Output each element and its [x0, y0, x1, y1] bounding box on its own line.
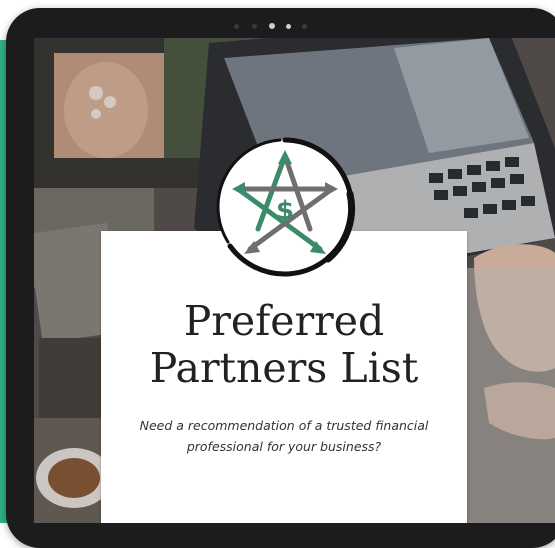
- title-line-1: Preferred: [183, 297, 385, 345]
- logo-dollar-sign: $: [276, 196, 294, 226]
- tablet-screen: Preferred Partners List Need a recommend…: [34, 38, 555, 523]
- star-dollar-logo-icon: $: [216, 137, 356, 277]
- title-line-2: Partners List: [149, 344, 419, 392]
- subtitle: Need a recommendation of a trusted finan…: [139, 418, 429, 454]
- camera-dots: [234, 22, 314, 32]
